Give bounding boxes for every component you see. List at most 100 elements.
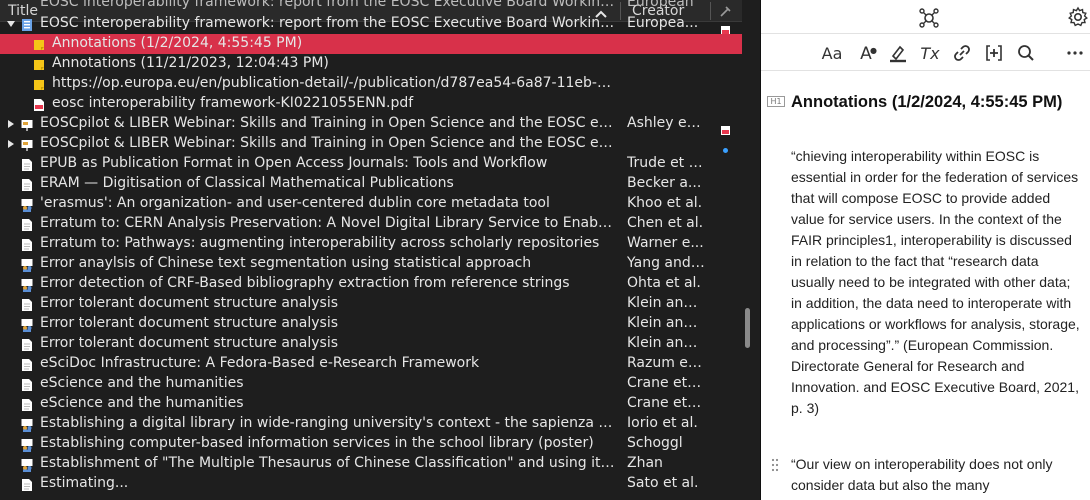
clear-formatting-button[interactable]: Tx (919, 43, 941, 65)
conference-icon (21, 277, 33, 292)
note-paragraph[interactable]: “chieving interoperability within EOSC i… (791, 146, 1081, 419)
insert-citation-button[interactable] (983, 43, 1005, 65)
item-title: Erratum to: Pathways: augmenting interop… (40, 235, 600, 251)
conference-icon (21, 317, 33, 332)
item-creator: Trude et al. (627, 155, 705, 171)
item-row[interactable]: Error detection of CRF-Based bibliograph… (0, 274, 742, 294)
note-body[interactable]: H1 Annotations (1/2/2024, 4:55:45 PM) “c… (761, 72, 1090, 500)
conference-icon (21, 257, 33, 272)
item-row[interactable]: eScience and the humanities Crane et al. (0, 394, 742, 414)
child-item-row[interactable]: https://op.europa.eu/en/publication-deta… (0, 74, 742, 94)
presentation-icon (21, 117, 33, 131)
heading-level-badge: H1 (767, 96, 785, 107)
highlight-button[interactable] (887, 43, 909, 65)
conference-icon (21, 437, 33, 452)
item-title: Establishing a digital library in wide-r… (40, 415, 615, 431)
presentation-icon (21, 137, 33, 151)
items-scrollbar-thumb[interactable] (745, 308, 750, 348)
item-title: Error detection of CRF-Based bibliograph… (40, 275, 570, 291)
expand-down-icon[interactable] (6, 19, 15, 29)
child-item-row[interactable]: Annotations (11/21/2023, 12:04:43 PM) (0, 54, 742, 74)
items-pane: Title Creator EOSC interoperability fram… (0, 0, 760, 500)
item-row[interactable]: Estimating... Sato et al. (0, 474, 742, 494)
item-row[interactable]: Establishing computer-based information … (0, 434, 742, 454)
document-icon (21, 377, 33, 391)
document-icon (21, 397, 33, 411)
item-title: 'erasmus': An organization- and user-cen… (40, 195, 550, 211)
conference-icon (21, 457, 33, 472)
item-creator: European (627, 0, 694, 10)
item-creator: Sato et al. (627, 475, 699, 491)
document-icon (21, 297, 33, 311)
item-row[interactable]: EOSCpilot & LIBER Webinar: Skills and Tr… (0, 134, 742, 154)
item-title: Annotations (11/21/2023, 12:04:43 PM) (52, 55, 329, 71)
citation-icon (983, 43, 1005, 63)
item-row[interactable]: EOSCpilot & LIBER Webinar: Skills and Tr… (0, 114, 742, 135)
item-row[interactable]: EOSC interoperability framework: report … (0, 14, 742, 35)
pdf-icon (33, 97, 45, 111)
item-creator: Crane et al. (627, 375, 705, 391)
note-format-toolbar: Aa A ● Tx (761, 35, 1090, 71)
gear-icon[interactable] (1067, 6, 1089, 28)
pdf-attachment-icon[interactable] (721, 20, 730, 35)
related-items-icon[interactable] (917, 6, 941, 30)
item-creator: Europea... (627, 15, 699, 31)
text-color-button[interactable]: A ● (855, 43, 877, 65)
conference-icon (21, 417, 33, 432)
item-row[interactable]: Erratum to: CERN Analysis Preservation: … (0, 214, 742, 234)
items-tree: EOSC interoperability framework: report … (0, 0, 742, 494)
drag-handle-icon[interactable] (771, 457, 779, 472)
item-row[interactable]: 'erasmus': An organization- and user-cen… (0, 194, 742, 214)
item-title: EOSCpilot & LIBER Webinar: Skills and Tr… (40, 115, 615, 131)
item-title: eosc interoperability framework-KI022105… (52, 95, 414, 111)
item-row[interactable]: eScience and the humanities Crane et al. (0, 374, 742, 394)
text-format-icon: Aa (821, 44, 843, 63)
note-icon (33, 57, 45, 71)
item-row[interactable]: Error tolerant document structure analys… (0, 294, 742, 314)
item-creator: Crane et al. (627, 395, 705, 411)
more-options-button[interactable] (1064, 43, 1086, 65)
item-title: Error anaylsis of Chinese text segmentat… (40, 255, 532, 271)
item-title: Estimating... (40, 475, 129, 491)
item-row[interactable]: Error tolerant document structure analys… (0, 334, 742, 354)
child-item-row[interactable]: eosc interoperability framework-KI022105… (0, 94, 742, 114)
expand-right-icon[interactable] (6, 119, 14, 129)
note-icon (33, 77, 45, 91)
note-heading[interactable]: Annotations (1/2/2024, 4:55:45 PM) (791, 92, 1081, 112)
item-row[interactable]: EPUB as Publication Format in Open Acces… (0, 154, 742, 174)
note-paragraph[interactable]: “Our view on interoperability does not o… (791, 454, 1081, 496)
more-horizontal-icon (1064, 43, 1086, 63)
item-title: EOSC interoperability framework: report … (40, 15, 615, 31)
item-title: EPUB as Publication Format in Open Acces… (40, 155, 548, 171)
document-icon (21, 357, 33, 371)
text-format-button[interactable]: Aa (821, 43, 843, 65)
item-row[interactable]: EOSC interoperability framework: report … (0, 0, 742, 14)
item-creator: Iorio et al. (627, 415, 698, 431)
report-icon (21, 17, 33, 31)
item-row[interactable]: Establishing a digital library in wide-r… (0, 414, 742, 434)
note-editor-pane: Aa A ● Tx H1 Annotations (1/2/2024, 4:55… (761, 0, 1090, 500)
child-item-row[interactable]: Annotations (1/2/2024, 4:55:45 PM) (0, 34, 742, 54)
find-button[interactable] (1015, 43, 1037, 65)
note-icon (33, 37, 45, 51)
item-row[interactable]: Error tolerant document structure analys… (0, 314, 742, 334)
item-row[interactable]: ERAM — Digitisation of Classical Mathema… (0, 174, 742, 194)
item-creator: Warner e... (627, 235, 704, 251)
item-title: ERAM — Digitisation of Classical Mathema… (40, 175, 454, 191)
item-row[interactable]: eSciDoc Infrastructure: A Fedora-Based e… (0, 354, 742, 374)
insert-link-button[interactable] (951, 43, 973, 65)
item-creator: Ohta et al. (627, 275, 701, 291)
attachment-status-dot-icon[interactable] (721, 140, 730, 153)
highlighter-icon (887, 43, 909, 63)
expand-right-icon[interactable] (6, 139, 14, 149)
item-title: Annotations (1/2/2024, 4:55:45 PM) (52, 35, 303, 51)
item-row[interactable]: Erratum to: Pathways: augmenting interop… (0, 234, 742, 254)
pdf-attachment-icon[interactable] (721, 120, 730, 135)
item-creator: Schoggl (627, 435, 683, 451)
item-title: eScience and the humanities (40, 375, 244, 391)
item-creator: Ashley et ... (627, 115, 705, 131)
item-creator: Klein and... (627, 315, 705, 331)
item-title: Error tolerant document structure analys… (40, 335, 339, 351)
item-row[interactable]: Error anaylsis of Chinese text segmentat… (0, 254, 742, 274)
item-row[interactable]: Establishment of "The Multiple Thesaurus… (0, 454, 742, 474)
